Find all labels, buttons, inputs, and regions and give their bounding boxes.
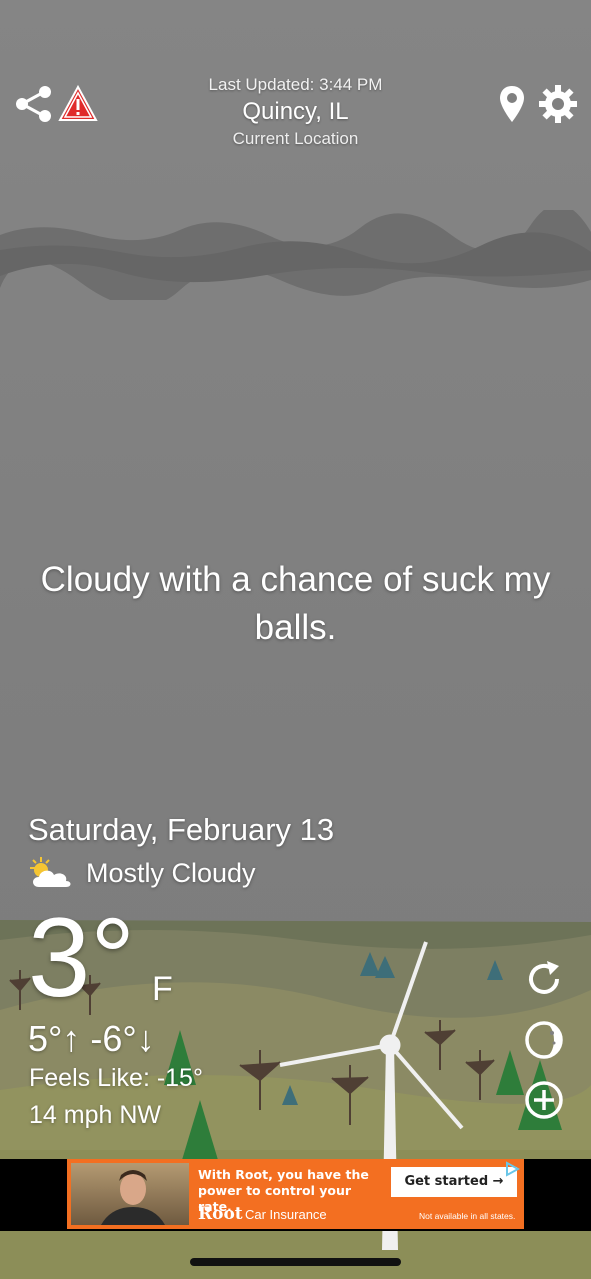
ad-brand: Root bbox=[198, 1204, 243, 1224]
condition-text: Mostly Cloudy bbox=[86, 858, 256, 888]
location-label: Current Location bbox=[232, 129, 359, 148]
location-pin-icon[interactable] bbox=[498, 84, 526, 124]
ad-banner[interactable]: With Root, you have the power to control… bbox=[67, 1159, 524, 1229]
ad-person-image bbox=[101, 1170, 165, 1225]
alert-icon[interactable] bbox=[58, 84, 98, 124]
high-low-temperature: 5°↑ -6°↓ bbox=[28, 1018, 155, 1059]
temperature-unit[interactable]: F bbox=[152, 970, 173, 1009]
get-started-button[interactable]: Get started → bbox=[391, 1167, 517, 1197]
ad-brand-suffix: Car Insurance bbox=[245, 1207, 327, 1222]
wind-text: 14 mph NW bbox=[29, 1101, 161, 1129]
moon-phase-icon[interactable] bbox=[523, 1019, 565, 1061]
current-temperature: 3° bbox=[28, 895, 136, 1020]
feels-like-text: Feels Like: -15° bbox=[29, 1064, 203, 1092]
ad-photo bbox=[71, 1163, 189, 1225]
share-icon[interactable] bbox=[14, 84, 54, 124]
weather-quip: Cloudy with a chance of suck my balls. bbox=[40, 560, 551, 647]
partly-cloudy-icon bbox=[30, 857, 71, 887]
ad-disclaimer: Not available in all states. bbox=[419, 1211, 516, 1221]
home-indicator[interactable] bbox=[190, 1258, 401, 1266]
add-icon[interactable] bbox=[523, 1079, 565, 1121]
cloud-band bbox=[0, 210, 591, 300]
gear-icon[interactable] bbox=[538, 84, 578, 124]
forecast-date: Saturday, February 13 bbox=[28, 812, 335, 847]
refresh-icon[interactable] bbox=[523, 958, 565, 1000]
ad-choices-icon[interactable] bbox=[504, 1161, 520, 1177]
